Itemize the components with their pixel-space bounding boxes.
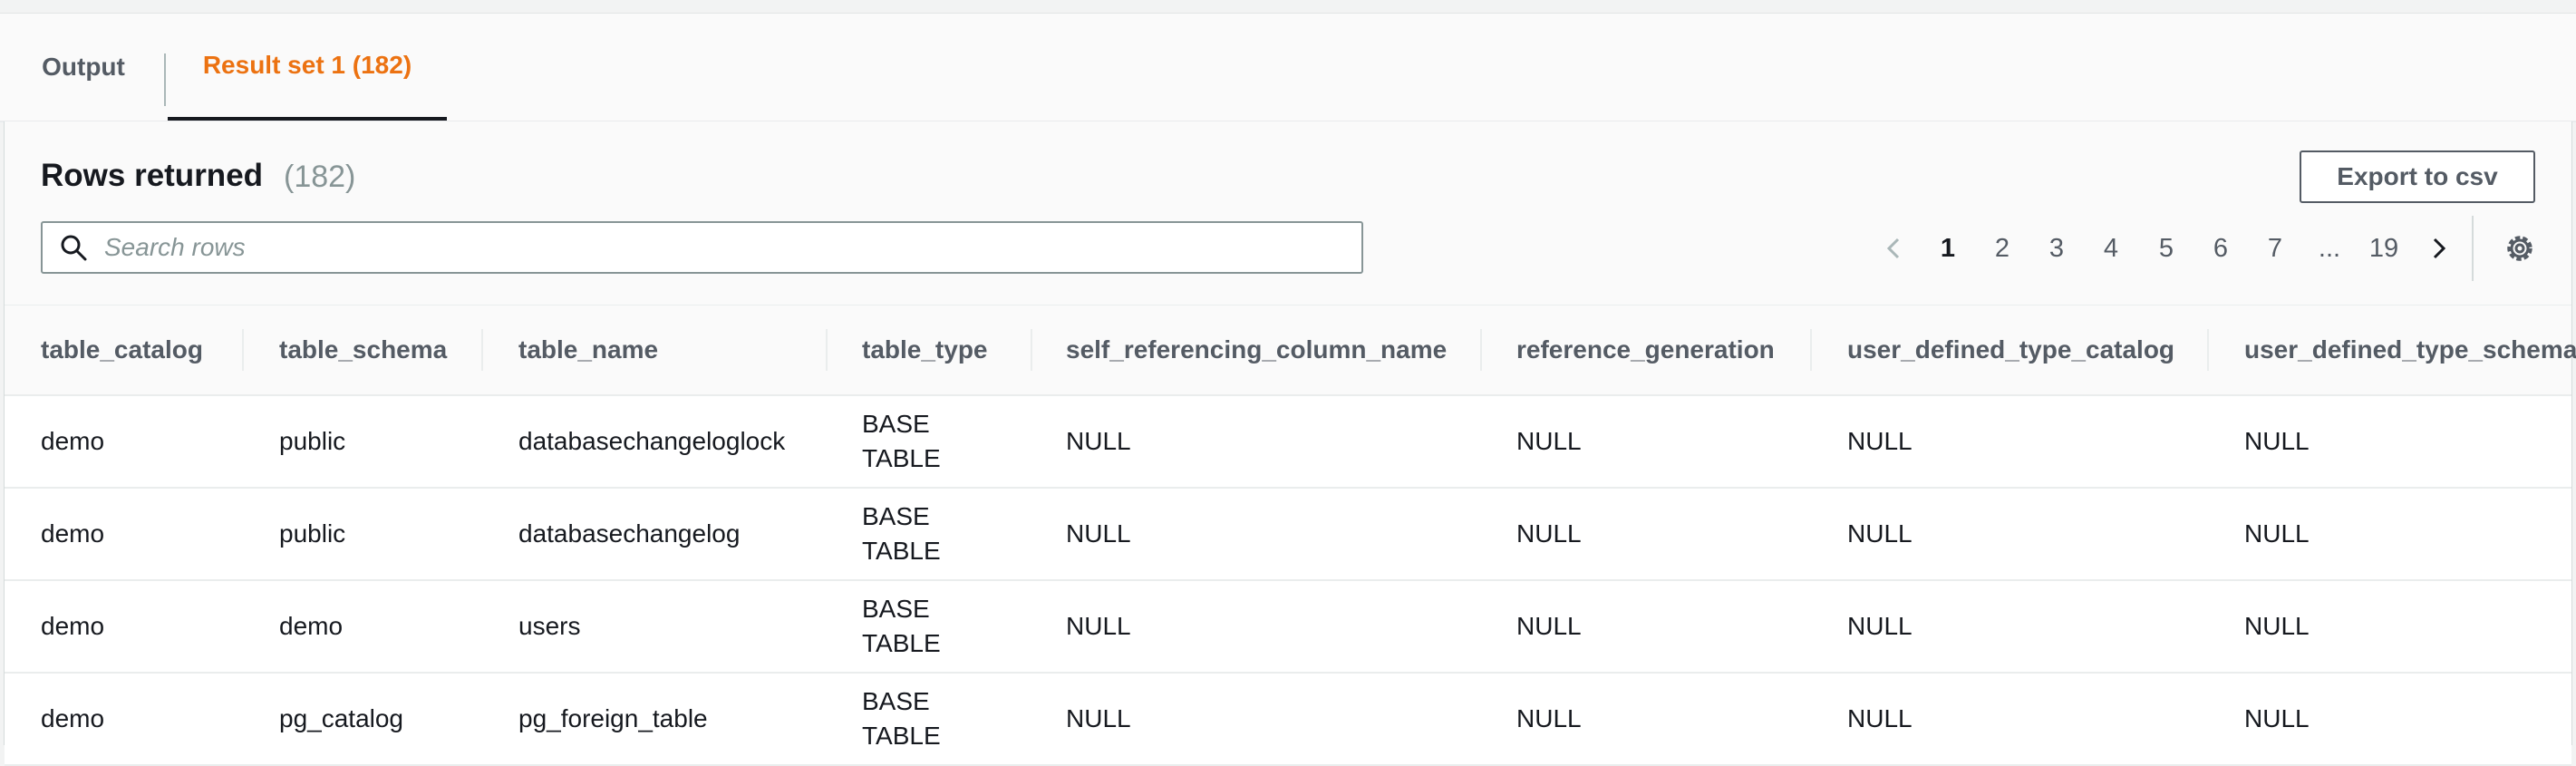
table-cell: pg_catalog	[279, 704, 404, 732]
table-row[interactable]: demo public databasechangelog BASE TABLE…	[5, 489, 2571, 581]
chevron-left-icon[interactable]	[1872, 226, 1917, 271]
table-row[interactable]: demo demo users BASE TABLE NULL NULL NUL…	[5, 581, 2571, 674]
page-6[interactable]: 6	[2198, 226, 2243, 271]
table-cell: NULL	[1066, 704, 1131, 732]
table-cell: BASE TABLE	[862, 595, 941, 657]
table-header: table_catalog table_schema table_name ta…	[5, 305, 2576, 396]
top-strip	[0, 0, 2576, 14]
chevron-right-icon[interactable]	[2416, 226, 2461, 271]
page-3[interactable]: 3	[2034, 226, 2079, 271]
table-cell: databasechangelog	[518, 519, 741, 548]
table-row[interactable]: demo pg_catalog pg_foreign_table BASE TA…	[5, 674, 2571, 766]
column-header[interactable]: table_catalog	[41, 305, 203, 394]
page-5[interactable]: 5	[2144, 226, 2189, 271]
table-cell: NULL	[2244, 704, 2310, 732]
row-count: (182)	[284, 160, 356, 194]
page-1[interactable]: 1	[1925, 226, 1971, 271]
column-resizer[interactable]	[1810, 329, 1812, 371]
table-cell: NULL	[1847, 427, 1913, 455]
column-resizer[interactable]	[481, 329, 483, 371]
column-resizer[interactable]	[2207, 329, 2209, 371]
table-cell: demo	[41, 427, 105, 455]
pager-divider	[2472, 216, 2474, 281]
page-4[interactable]: 4	[2088, 226, 2134, 271]
column-header[interactable]: table_schema	[279, 305, 447, 394]
column-resizer[interactable]	[242, 329, 244, 371]
table-cell: demo	[41, 612, 105, 640]
column-header[interactable]: user_defined_type_schema	[2244, 305, 2576, 394]
table-cell: NULL	[1847, 704, 1913, 732]
column-header[interactable]: table_name	[518, 305, 658, 394]
page-title: Rows returned	[41, 158, 264, 193]
tab-output[interactable]: Output	[20, 14, 147, 121]
table-cell: demo	[279, 612, 344, 640]
table-cell: NULL	[1516, 519, 1582, 548]
tab-divider	[164, 53, 166, 106]
table-cell: NULL	[1516, 427, 1582, 455]
gear-icon[interactable]	[2500, 228, 2540, 268]
table-cell: NULL	[2244, 427, 2310, 455]
table-cell: demo	[41, 519, 105, 548]
column-header[interactable]: reference_generation	[1516, 305, 1775, 394]
search-icon	[61, 235, 87, 261]
table-cell: NULL	[1516, 612, 1582, 640]
column-resizer[interactable]	[826, 329, 828, 371]
column-resizer[interactable]	[1480, 329, 1482, 371]
table-cell: databasechangeloglock	[518, 427, 786, 455]
table-cell: public	[279, 519, 346, 548]
table-cell: BASE TABLE	[862, 502, 941, 565]
results-panel: Rows returned (182) Export to csv 1 2 3 …	[4, 121, 2576, 766]
table-row[interactable]: demo public databasechangeloglock BASE T…	[5, 396, 2571, 489]
result-tabs: Output Result set 1 (182)	[0, 14, 2576, 122]
page-ellipsis: ...	[2318, 233, 2341, 263]
column-header[interactable]: table_type	[862, 305, 988, 394]
table-cell: BASE TABLE	[862, 687, 941, 750]
table-cell: NULL	[1847, 519, 1913, 548]
column-header[interactable]: self_referencing_column_name	[1066, 305, 1447, 394]
table-cell: pg_foreign_table	[518, 704, 708, 732]
table-cell: NULL	[2244, 519, 2310, 548]
page-7[interactable]: 7	[2252, 226, 2298, 271]
page-2[interactable]: 2	[1980, 226, 2025, 271]
table-cell: NULL	[1847, 612, 1913, 640]
page-19[interactable]: 19	[2361, 226, 2407, 271]
table-cell: public	[279, 427, 346, 455]
table-cell: NULL	[1516, 704, 1582, 732]
column-header[interactable]: user_defined_type_catalog	[1847, 305, 2174, 394]
export-to-csv-button[interactable]: Export to csv	[2300, 150, 2535, 203]
table-cell: NULL	[2244, 612, 2310, 640]
table-cell: demo	[41, 704, 105, 732]
column-resizer[interactable]	[1031, 329, 1032, 371]
search-box[interactable]	[41, 221, 1363, 274]
table-cell: BASE TABLE	[862, 410, 941, 472]
table-cell: NULL	[1066, 427, 1131, 455]
table-cell: NULL	[1066, 519, 1131, 548]
table-cell: NULL	[1066, 612, 1131, 640]
results-header: Rows returned (182) Export to csv 1 2 3 …	[5, 121, 2571, 305]
search-input[interactable]	[102, 232, 1361, 263]
table-cell: users	[518, 612, 581, 640]
tab-result-set-1[interactable]: Result set 1 (182)	[168, 14, 447, 121]
